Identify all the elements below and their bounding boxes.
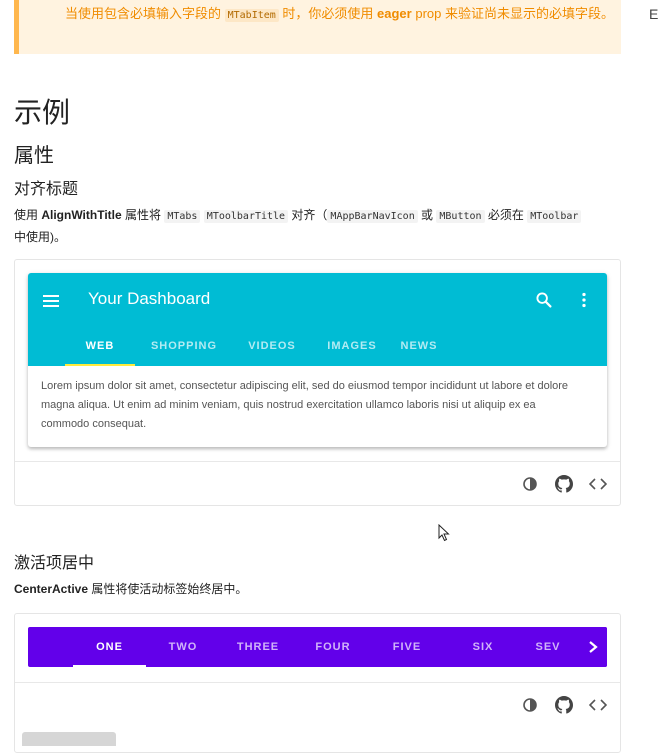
code-mtoolbartitle: MToolbarTitle xyxy=(203,210,289,223)
tab-videos[interactable]: VIDEOS xyxy=(236,333,308,366)
demo-footer xyxy=(15,682,620,726)
prop-name-centeractive: CenterActive xyxy=(14,582,89,596)
tab-web[interactable]: WEB xyxy=(65,333,135,366)
invert-colors-icon[interactable] xyxy=(520,474,540,494)
github-icon[interactable] xyxy=(554,695,574,715)
warning-alert: 当使用包含必填输入字段的 MTabItem 时，你必须使用 eager prop… xyxy=(14,0,621,54)
alert-bold-eager: eager xyxy=(377,6,412,21)
dashboard-toolbar: Your Dashboard WEB SHOPPING VIDEOS IMAGE… xyxy=(28,273,607,366)
alert-text-part: prop 来验证尚未显示的必填字段。 xyxy=(411,6,614,21)
tab-two[interactable]: TWO xyxy=(148,627,218,667)
desc-text: 中使用)。 xyxy=(14,230,66,244)
desc-text: 对齐（ xyxy=(288,208,328,222)
align-title-description: 使用 AlignWithTitle 属性将 MTabs MToolbarTitl… xyxy=(14,205,614,247)
center-active-description: CenterActive 属性将使活动标签始终居中。 xyxy=(14,579,247,599)
tab-shopping[interactable]: SHOPPING xyxy=(141,333,227,366)
github-icon[interactable] xyxy=(554,474,574,494)
code-icon[interactable] xyxy=(588,474,608,494)
code-mtoolbar: MToolbar xyxy=(527,210,582,223)
desc-text: 或 xyxy=(417,208,437,222)
prop-name-alignwithtitle: AlignWithTitle xyxy=(41,208,122,222)
alert-text-part: 当使用包含必填输入字段的 xyxy=(65,6,225,21)
tab-images[interactable]: IMAGES xyxy=(311,333,393,366)
active-tab-indicator xyxy=(73,665,146,667)
alert-text-part: 时，你必须使用 xyxy=(278,6,378,21)
demo-footer xyxy=(15,461,620,505)
dashboard-title: Your Dashboard xyxy=(88,289,211,308)
center-active-heading: 激活项居中 xyxy=(14,555,95,572)
code-icon[interactable] xyxy=(588,695,608,715)
more-vert-icon[interactable] xyxy=(573,289,595,311)
alert-code-mtabitem: MTabItem xyxy=(224,9,279,22)
menu-icon[interactable] xyxy=(42,292,62,310)
code-mtabs: MTabs xyxy=(164,210,201,223)
tab-three[interactable]: THREE xyxy=(220,627,296,667)
alert-text: 当使用包含必填输入字段的 MTabItem 时，你必须使用 eager prop… xyxy=(65,4,625,26)
tab-seven[interactable]: SEV xyxy=(523,627,573,667)
mouse-cursor-icon xyxy=(438,523,450,547)
tab-six[interactable]: SIX xyxy=(448,627,518,667)
invert-colors-icon[interactable] xyxy=(520,695,540,715)
tab-one[interactable]: ONE xyxy=(73,627,146,667)
code-mappbarnavicon: MAppBarNavIcon xyxy=(327,210,418,223)
align-title-heading: 对齐标题 xyxy=(14,181,79,198)
desc-text: 使用 xyxy=(14,208,42,222)
tab-news[interactable]: NEWS xyxy=(390,333,448,366)
search-icon[interactable] xyxy=(533,289,555,311)
desc-text: 属性将使活动标签始终居中。 xyxy=(88,582,248,596)
desc-text: 属性将 xyxy=(121,208,165,222)
chevron-right-icon[interactable] xyxy=(579,627,607,667)
align-title-demo: Your Dashboard WEB SHOPPING VIDEOS IMAGE… xyxy=(14,259,621,506)
center-active-tabs: ONE TWO THREE FOUR FIVE SIX SEV xyxy=(28,627,607,667)
dashboard-tabs: WEB SHOPPING VIDEOS IMAGES NEWS xyxy=(28,333,607,366)
code-mbutton: MButton xyxy=(436,210,485,223)
desc-text: 必须在 xyxy=(484,208,528,222)
examples-heading: 示例 xyxy=(14,97,71,128)
tab-five[interactable]: FIVE xyxy=(372,627,442,667)
dashboard-card: Your Dashboard WEB SHOPPING VIDEOS IMAGE… xyxy=(28,273,607,447)
tab-four[interactable]: FOUR xyxy=(298,627,368,667)
collapsed-panel-stub xyxy=(22,732,116,746)
clipped-right-text: E xyxy=(649,6,659,22)
active-tab-indicator xyxy=(65,364,135,366)
props-heading: 属性 xyxy=(14,145,54,167)
dashboard-body-text: Lorem ipsum dolor sit amet, consectetur … xyxy=(41,380,569,430)
